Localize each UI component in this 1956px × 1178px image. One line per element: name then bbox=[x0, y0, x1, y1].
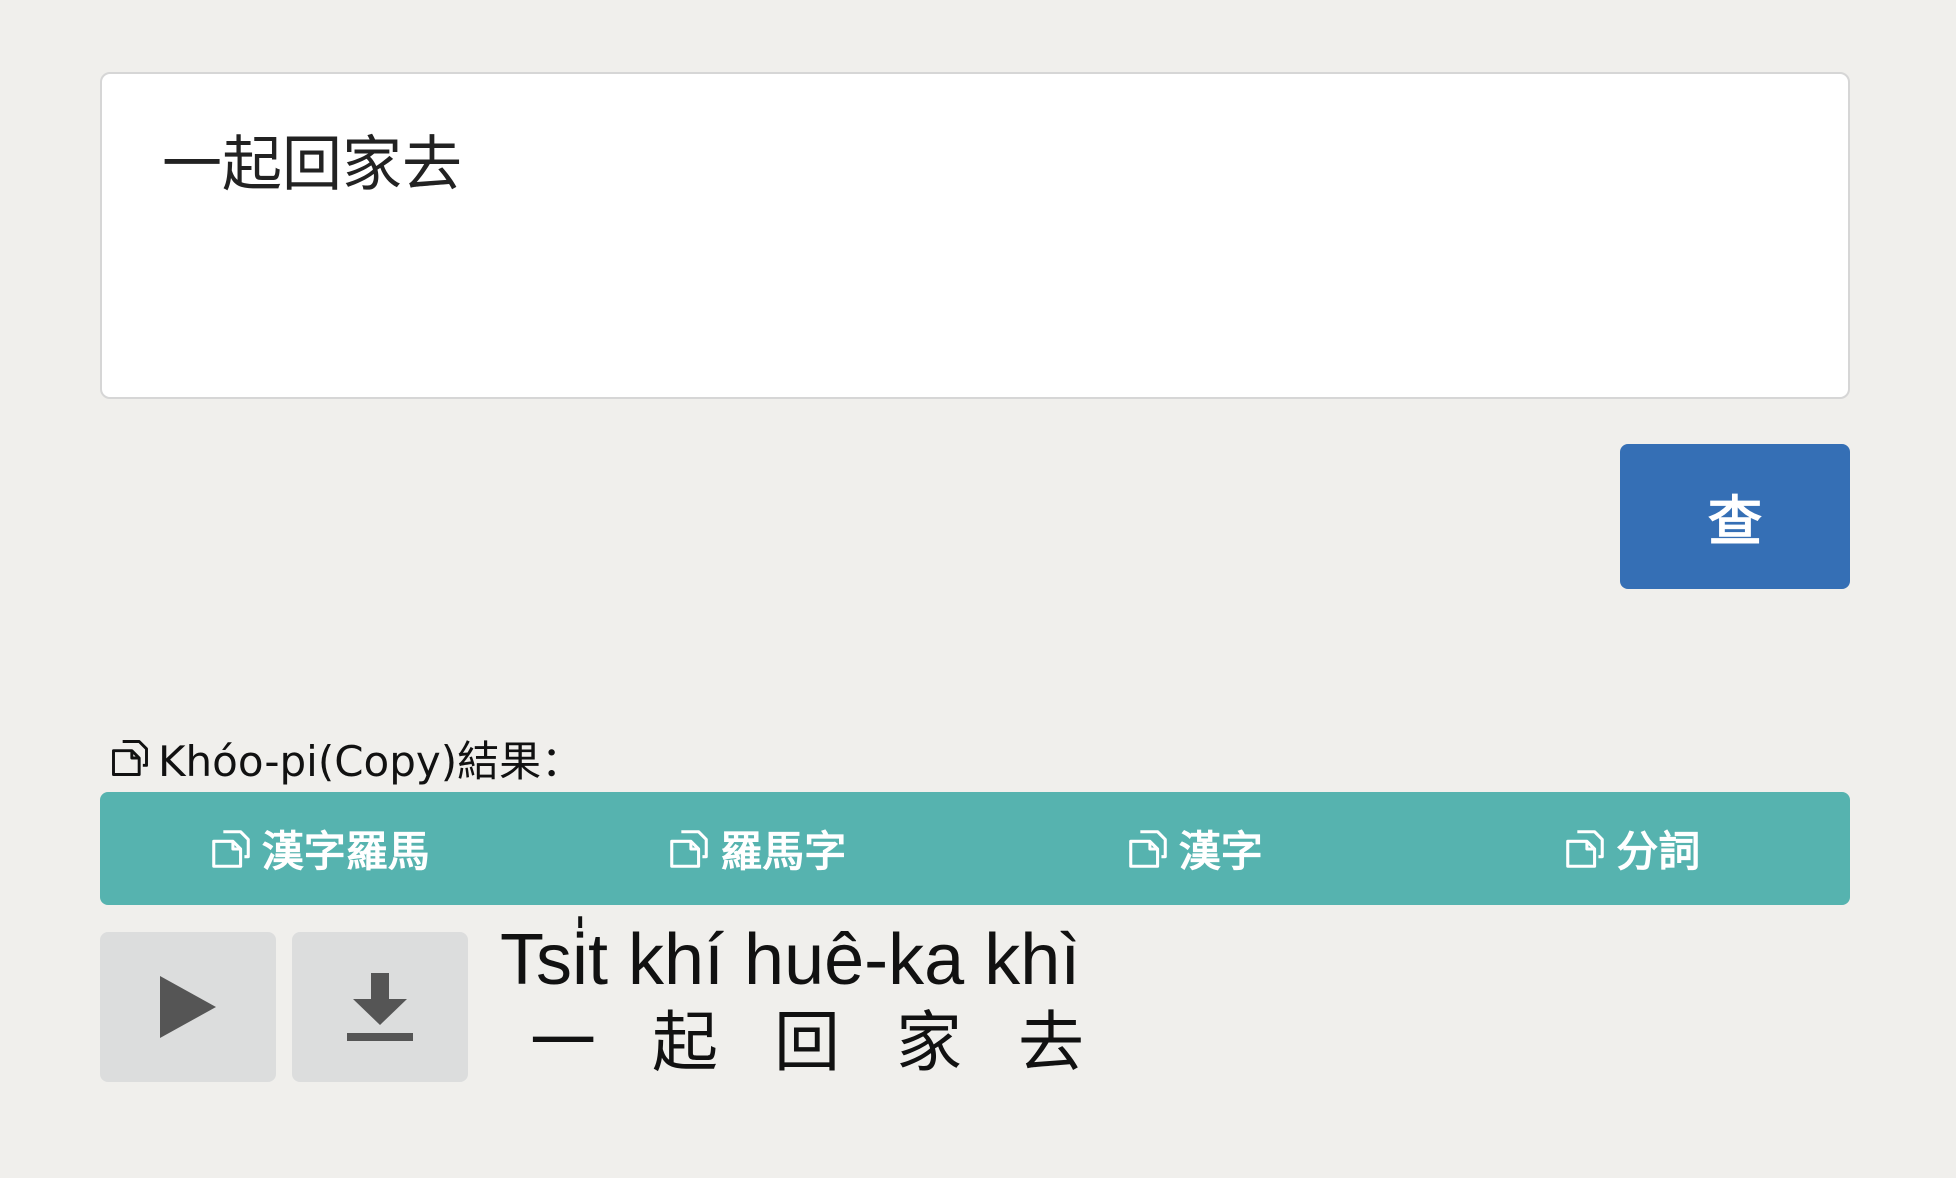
copy-icon bbox=[1128, 829, 1167, 868]
copy-icon bbox=[670, 829, 709, 868]
hanji-char: 家 bbox=[896, 1004, 962, 1081]
copy-hanji-button[interactable]: 漢字 bbox=[975, 792, 1413, 905]
copy-button-bar: 漢字羅馬 羅馬字 漢字 分詞 bbox=[100, 792, 1850, 905]
copy-segmentation-button[interactable]: 分詞 bbox=[1413, 792, 1851, 905]
copy-hanji-romanization-button[interactable]: 漢字羅馬 bbox=[100, 792, 538, 905]
copy-icon bbox=[211, 829, 250, 868]
hanji-char: 回 bbox=[774, 1004, 840, 1081]
hanji-char: 起 bbox=[652, 1004, 718, 1081]
copy-result-label: Khóo-pi(Copy)結果： bbox=[108, 730, 583, 786]
romanization-text: Tsi̍t khí huê-ka khì bbox=[500, 920, 1081, 1000]
copy-icon bbox=[112, 740, 148, 776]
hanji-char: 一 bbox=[530, 1004, 596, 1081]
copy-icon bbox=[1566, 829, 1605, 868]
copy-romanization-button[interactable]: 羅馬字 bbox=[538, 792, 976, 905]
play-icon bbox=[160, 976, 216, 1038]
copy-result-text: Khóo-pi(Copy)結果： bbox=[158, 736, 584, 786]
download-button[interactable] bbox=[292, 932, 468, 1082]
hanji-row: 一 起 回 家 去 bbox=[530, 1010, 1140, 1076]
query-input[interactable] bbox=[100, 72, 1850, 399]
search-button[interactable]: 查 bbox=[1620, 444, 1850, 589]
copy-button-label: 分詞 bbox=[1616, 827, 1701, 876]
copy-button-label: 羅馬字 bbox=[720, 827, 847, 876]
download-icon bbox=[347, 973, 413, 1041]
translation-result: Tsi̍t khí huê-ka khì 一 起 回 家 去 bbox=[500, 924, 1140, 1076]
copy-button-label: 漢字羅馬 bbox=[261, 827, 430, 876]
copy-button-label: 漢字 bbox=[1178, 827, 1263, 876]
hanji-char: 去 bbox=[1018, 1004, 1084, 1081]
play-button[interactable] bbox=[100, 932, 276, 1082]
